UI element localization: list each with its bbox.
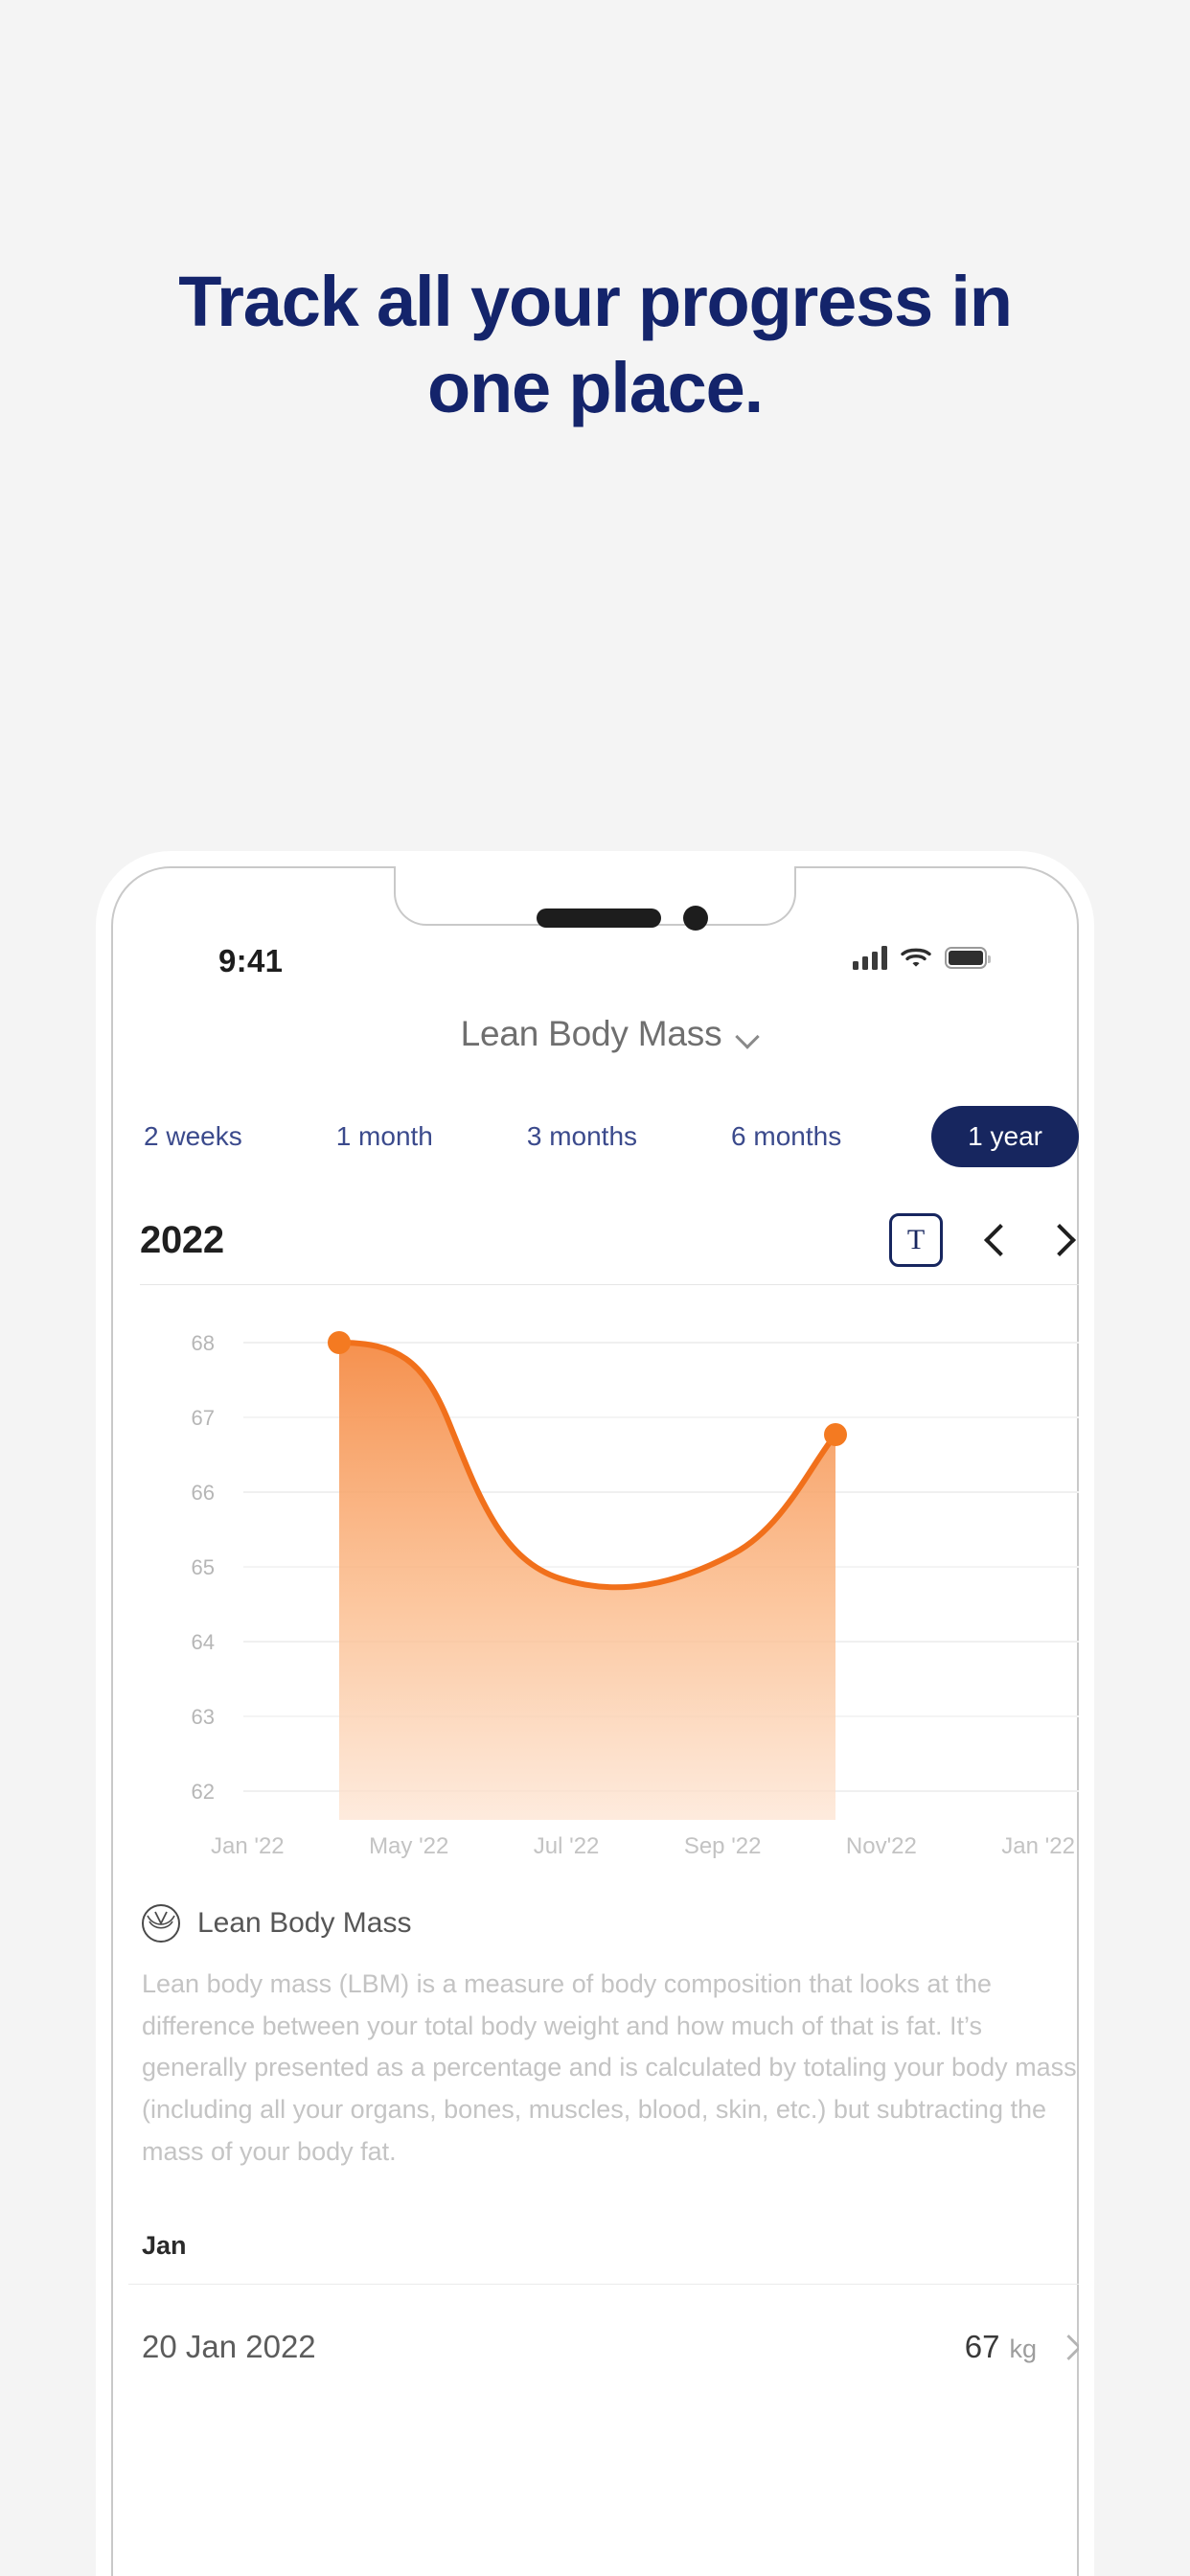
page-root: Track all your progress in one place. 9:… xyxy=(0,0,1190,2576)
wifi-icon xyxy=(901,948,931,967)
svg-text:68: 68 xyxy=(192,1331,215,1355)
description-header: Lean Body Mass xyxy=(142,1904,1079,1943)
tab-1-year[interactable]: 1 year xyxy=(931,1106,1079,1167)
measurements-list: Jan 20 Jan 2022 67 kg xyxy=(128,2231,1079,2365)
phone-screen: 9:41 Lean Body Mass 2 weeks 1 month 3 mo… xyxy=(111,866,1079,2576)
status-time: 9:41 xyxy=(218,943,284,978)
list-item-value: 67 xyxy=(964,2328,1000,2364)
period-navigation: 2022 T xyxy=(128,1204,1079,1276)
svg-text:67: 67 xyxy=(192,1406,215,1430)
chart-x-axis: Jan '22 May '22 Jul '22 Sep '22 Nov'22 J… xyxy=(211,1833,1075,1860)
x-tick-3: Sep '22 xyxy=(683,1833,762,1859)
x-tick-1: May '22 xyxy=(369,1833,449,1859)
svg-text:66: 66 xyxy=(192,1481,215,1505)
x-tick-4: Nov'22 xyxy=(845,1833,917,1859)
battery-icon xyxy=(945,946,991,969)
today-button[interactable]: T xyxy=(889,1213,943,1267)
chevron-right-icon[interactable] xyxy=(1058,2336,1079,2358)
x-tick-0: Jan '22 xyxy=(211,1833,285,1859)
status-bar: 9:41 xyxy=(111,939,1079,989)
x-tick-2: Jul '22 xyxy=(533,1833,600,1859)
list-item-value-group: 67 kg xyxy=(965,2329,1079,2365)
chart-point-start xyxy=(328,1331,351,1354)
description-title: Lean Body Mass xyxy=(197,1907,412,1939)
page-headline: Track all your progress in one place. xyxy=(178,262,1013,428)
header-divider xyxy=(140,1284,1079,1285)
svg-text:63: 63 xyxy=(192,1705,215,1729)
period-controls: T xyxy=(889,1213,1077,1267)
phone-camera xyxy=(683,906,708,931)
tab-2-weeks[interactable]: 2 weeks xyxy=(140,1108,246,1165)
chart-area-fill xyxy=(339,1343,835,1820)
list-item[interactable]: 20 Jan 2022 67 kg xyxy=(128,2285,1079,2365)
app-content: Lean Body Mass 2 weeks 1 month 3 months … xyxy=(128,1000,1079,2365)
lean-body-mass-icon xyxy=(142,1904,180,1943)
phone-speaker xyxy=(537,908,661,928)
tab-3-months[interactable]: 3 months xyxy=(523,1108,641,1165)
description-section: Lean Body Mass Lean body mass (LBM) is a… xyxy=(142,1904,1079,2174)
chart-y-axis: 68 67 66 65 64 63 62 xyxy=(192,1331,215,1804)
description-body: Lean body mass (LBM) is a measure of bod… xyxy=(142,1969,1077,2166)
list-month-header: Jan xyxy=(142,2230,187,2260)
svg-text:65: 65 xyxy=(192,1555,215,1579)
range-tabs: 2 weeks 1 month 3 months 6 months 1 year xyxy=(128,1106,1079,1167)
cellular-signal-icon xyxy=(853,945,887,970)
x-tick-5: Jan '22 xyxy=(1001,1833,1075,1859)
lean-body-mass-chart[interactable]: 68 67 66 65 64 63 62 xyxy=(140,1322,1079,1820)
svg-text:62: 62 xyxy=(192,1780,215,1804)
tab-1-month[interactable]: 1 month xyxy=(332,1108,437,1165)
chart-point-end xyxy=(824,1423,847,1446)
chevron-down-icon[interactable] xyxy=(737,1028,760,1041)
status-icons xyxy=(853,945,991,970)
chevron-right-icon[interactable] xyxy=(1044,1224,1077,1256)
app-header[interactable]: Lean Body Mass xyxy=(128,1000,1079,1068)
list-item-unit: kg xyxy=(1009,2334,1037,2363)
chart-svg: 68 67 66 65 64 63 62 xyxy=(192,1331,1079,1820)
list-item-date: 20 Jan 2022 xyxy=(142,2328,316,2364)
svg-text:64: 64 xyxy=(192,1630,215,1654)
year-label: 2022 xyxy=(140,1218,224,1261)
chevron-left-icon[interactable] xyxy=(977,1224,1010,1256)
phone-mockup: 9:41 Lean Body Mass 2 weeks 1 month 3 mo… xyxy=(96,851,1094,2576)
page-title: Lean Body Mass xyxy=(460,1014,722,1053)
tab-6-months[interactable]: 6 months xyxy=(727,1108,845,1165)
